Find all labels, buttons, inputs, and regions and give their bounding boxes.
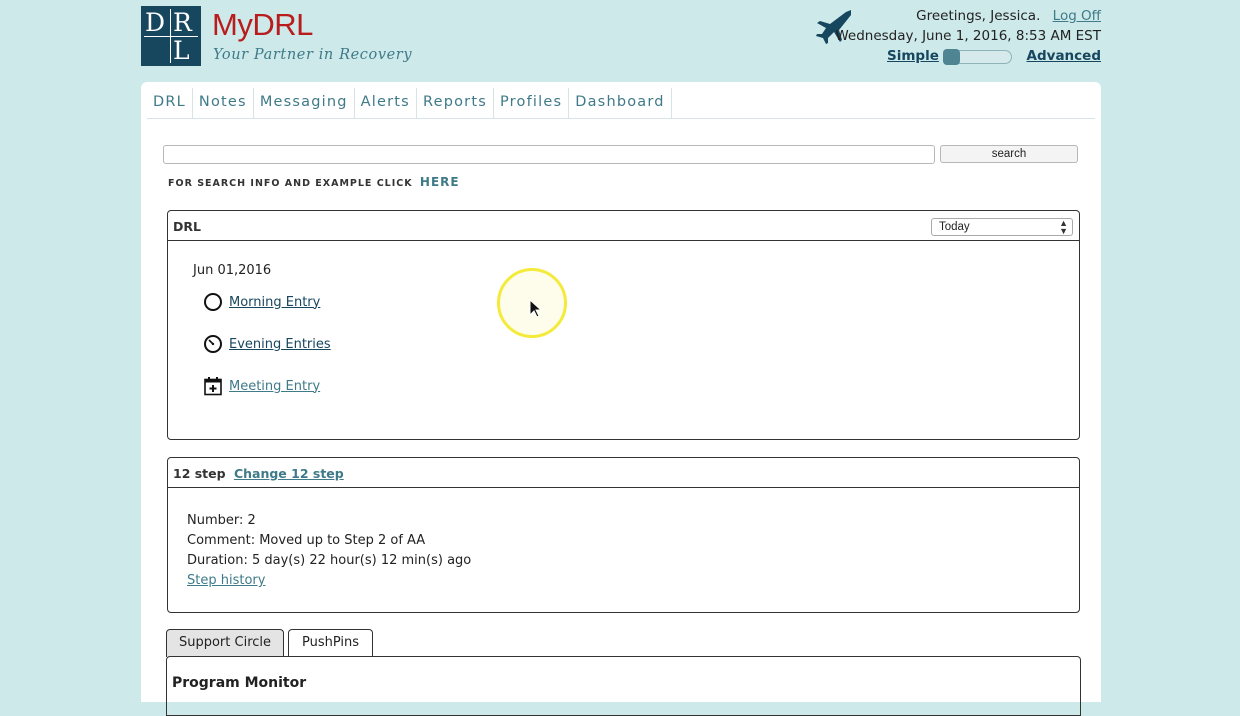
period-select-value: Today bbox=[939, 221, 970, 233]
drl-panel: DRL Today ▲ ▼ Jun 01,2016 Morning Entry E… bbox=[167, 210, 1080, 440]
brand-tagline: Your Partner in Recovery bbox=[213, 47, 413, 63]
brand-title: MyDRL bbox=[212, 7, 313, 42]
step-panel-title: 12 step Change 12 step bbox=[173, 466, 344, 481]
nav-item-notes[interactable]: Notes bbox=[193, 88, 254, 119]
circle-icon bbox=[204, 293, 222, 311]
change-12-step-link[interactable]: Change 12 step bbox=[234, 466, 344, 481]
clock-icon bbox=[204, 335, 222, 353]
logo-divider-h bbox=[144, 36, 198, 37]
logo-divider-v bbox=[170, 9, 171, 63]
drl-date: Jun 01,2016 bbox=[193, 263, 272, 278]
evening-entries[interactable]: Evening Entries bbox=[203, 333, 331, 355]
nav-item-drl[interactable]: DRL bbox=[147, 88, 193, 119]
program-monitor-title: Program Monitor bbox=[172, 675, 307, 691]
evening-entries-link[interactable]: Evening Entries bbox=[229, 337, 331, 352]
logo-letter-r: R bbox=[173, 8, 192, 37]
logo-letter-l: L bbox=[173, 36, 190, 65]
step-number: Number: 2 bbox=[187, 513, 256, 528]
nav-item-messaging[interactable]: Messaging bbox=[254, 88, 355, 119]
step-title-text: 12 step bbox=[173, 466, 226, 481]
meeting-entry-link[interactable]: Meeting Entry bbox=[229, 379, 320, 394]
mouse-cursor-icon bbox=[529, 299, 543, 318]
search-button[interactable]: search bbox=[940, 145, 1078, 163]
drl-panel-title: DRL bbox=[173, 219, 201, 234]
greeting-line: Greetings, Jessica. Log Off bbox=[916, 8, 1101, 24]
greeting-text: Greetings, Jessica. bbox=[916, 8, 1041, 24]
calendar-plus-icon bbox=[204, 377, 222, 396]
mode-simple-link[interactable]: Simple bbox=[887, 48, 939, 64]
step-history-link[interactable]: Step history bbox=[187, 573, 265, 588]
drl-panel-header: DRL Today ▲ ▼ bbox=[168, 211, 1079, 241]
search-help: FOR SEARCH INFO AND EXAMPLE CLICK HERE bbox=[168, 175, 460, 189]
step-comment: Comment: Moved up to Step 2 of AA bbox=[187, 533, 426, 548]
period-select[interactable]: Today ▲ ▼ bbox=[931, 218, 1073, 236]
mode-advanced-link[interactable]: Advanced bbox=[1027, 48, 1101, 64]
step-duration: Duration: 5 day(s) 22 hour(s) 12 min(s) … bbox=[187, 553, 472, 568]
tab-pushpins[interactable]: PushPins bbox=[288, 629, 373, 657]
current-datetime: Wednesday, June 1, 2016, 8:53 AM EST bbox=[835, 28, 1101, 44]
step-panel: 12 step Change 12 step Number: 2 Comment… bbox=[167, 457, 1080, 613]
search-input[interactable] bbox=[163, 145, 935, 164]
step-panel-header: 12 step Change 12 step bbox=[168, 458, 1079, 488]
logo-letter-d: D bbox=[145, 8, 166, 37]
morning-entry[interactable]: Morning Entry bbox=[203, 291, 320, 313]
search-help-text: FOR SEARCH INFO AND EXAMPLE CLICK bbox=[168, 178, 413, 189]
tab-support-circle[interactable]: Support Circle bbox=[166, 629, 284, 657]
nav-item-reports[interactable]: Reports bbox=[417, 88, 494, 119]
nav-item-alerts[interactable]: Alerts bbox=[355, 88, 417, 119]
search-help-link[interactable]: HERE bbox=[420, 175, 460, 189]
log-off-link[interactable]: Log Off bbox=[1053, 8, 1101, 24]
main-content: DRL Notes Messaging Alerts Reports Profi… bbox=[141, 82, 1101, 716]
morning-entry-link[interactable]: Morning Entry bbox=[229, 295, 320, 310]
nav-item-dashboard[interactable]: Dashboard bbox=[569, 88, 672, 119]
main-nav: DRL Notes Messaging Alerts Reports Profi… bbox=[147, 88, 1095, 119]
nav-item-profiles[interactable]: Profiles bbox=[494, 88, 570, 119]
mode-slider-knob[interactable] bbox=[943, 49, 960, 65]
select-arrows-icon: ▲ ▼ bbox=[1059, 218, 1068, 236]
drl-logo: D R L bbox=[141, 6, 201, 66]
meeting-entry[interactable]: Meeting Entry bbox=[203, 375, 320, 397]
program-monitor-panel: Program Monitor bbox=[166, 656, 1081, 716]
